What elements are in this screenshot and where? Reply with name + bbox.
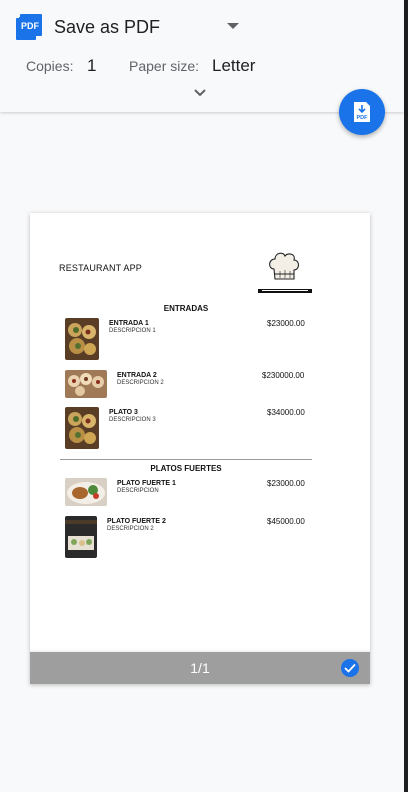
- chef-hat-icon: [269, 252, 300, 280]
- item-name: PLATO FUERTE 1: [117, 480, 176, 487]
- pdf-file-icon: PDF: [16, 14, 42, 40]
- page-preview: RESTAURANT APP ENTRADAS ENTRADA 1 DESCRI…: [30, 213, 370, 652]
- item-price: $230000.00: [262, 371, 305, 380]
- copies-field[interactable]: 1: [87, 56, 96, 76]
- menu-item: PLATO 3 DESCRIPCION 3 $34000.00: [30, 407, 370, 452]
- item-description: DESCRIPCION 2: [117, 380, 164, 386]
- chevron-down-icon[interactable]: [227, 23, 239, 29]
- expand-settings-icon[interactable]: [192, 86, 208, 98]
- section-title-platos-fuertes: PLATOS FUERTES: [150, 464, 222, 473]
- page-indicator: 1/1: [190, 660, 210, 676]
- logo-underline: [258, 289, 312, 293]
- restaurant-name: RESTAURANT APP: [59, 263, 142, 273]
- download-pdf-icon: PDF: [354, 102, 370, 122]
- item-name: PLATO 3: [109, 409, 138, 416]
- item-price: $45000.00: [267, 517, 305, 526]
- food-image: [65, 478, 107, 506]
- menu-item: ENTRADA 1 DESCRIPCION 1 $23000.00: [30, 318, 370, 363]
- item-description: DESCRIPCION 2: [107, 526, 154, 532]
- save-pdf-button[interactable]: PDF: [339, 89, 385, 135]
- page-footer: 1/1: [30, 652, 370, 684]
- item-description: DESCRIPCION: [117, 488, 159, 494]
- svg-text:PDF: PDF: [21, 21, 40, 31]
- copies-label: Copies:: [26, 58, 74, 74]
- paper-size-label: Paper size:: [129, 58, 200, 74]
- item-price: $23000.00: [267, 319, 305, 328]
- checkmark-icon: [344, 663, 356, 673]
- food-image: [65, 318, 99, 360]
- food-image: [65, 370, 107, 398]
- print-settings-header: PDF Save as PDF Copies: 1 Paper size: Le…: [0, 0, 404, 112]
- item-name: ENTRADA 1: [109, 320, 149, 327]
- page-selected-checkbox[interactable]: [341, 659, 359, 677]
- food-image: [65, 516, 97, 558]
- section-title-entradas: ENTRADAS: [163, 304, 209, 313]
- item-name: ENTRADA 2: [117, 372, 157, 379]
- food-image: [65, 407, 99, 449]
- paper-size-select[interactable]: Letter: [212, 56, 255, 76]
- item-name: PLATO FUERTE 2: [107, 518, 166, 525]
- svg-text:PDF: PDF: [357, 115, 369, 121]
- section-divider: [60, 459, 312, 460]
- item-description: DESCRIPCION 3: [109, 417, 156, 423]
- window-edge: [404, 0, 408, 792]
- menu-item: PLATO FUERTE 2 DESCRIPCION 2 $45000.00: [30, 516, 370, 561]
- item-price: $34000.00: [267, 408, 305, 417]
- item-price: $23000.00: [267, 479, 305, 488]
- destination-select[interactable]: Save as PDF: [54, 17, 160, 38]
- item-description: DESCRIPCION 1: [109, 328, 156, 334]
